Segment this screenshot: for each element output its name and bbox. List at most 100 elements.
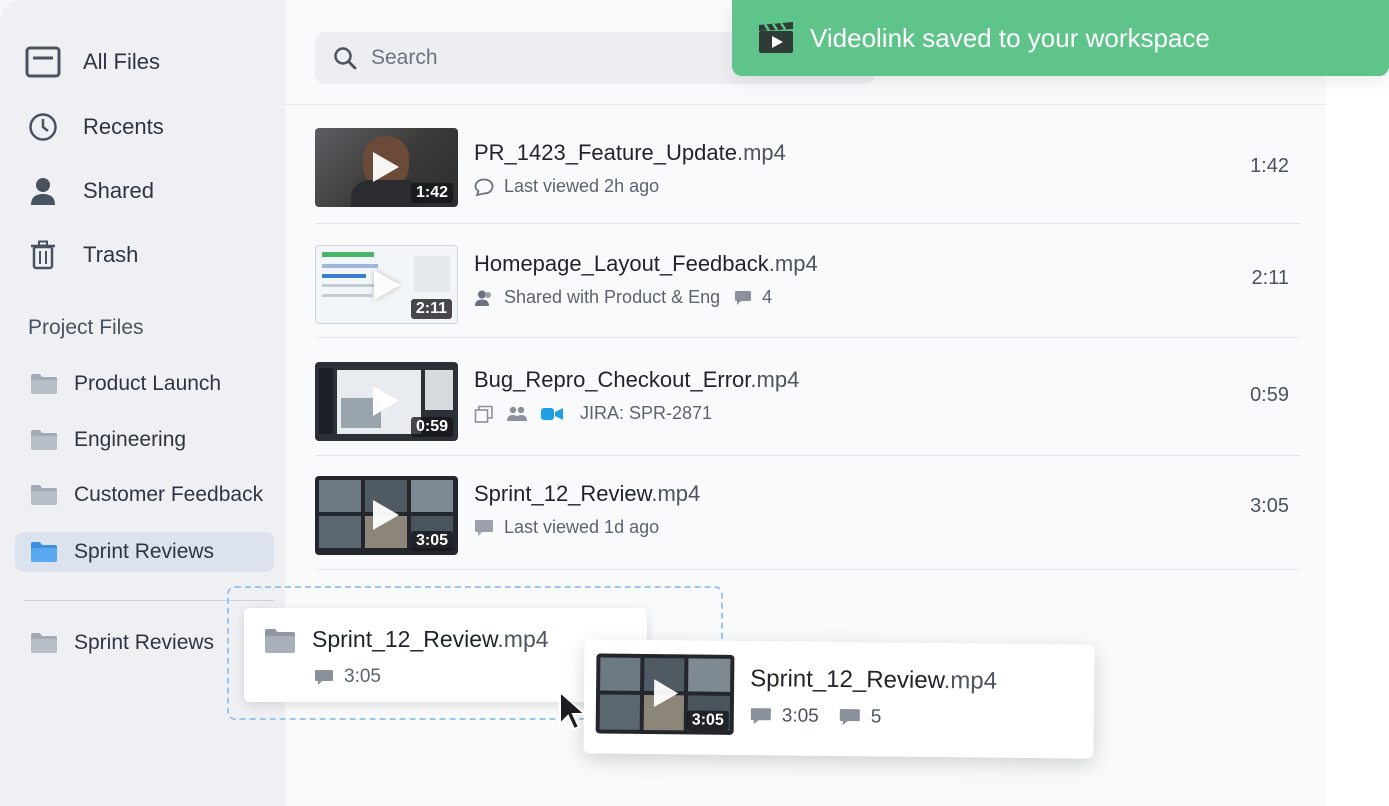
toast-notification: Videolink saved to your workspace (732, 0, 1389, 76)
comment-icon (734, 290, 752, 306)
file-extension: .mp4 (497, 626, 549, 652)
file-row[interactable]: 1:42 PR_1423_Feature_Update.mp4 Last vie… (315, 110, 1301, 224)
project-files-heading: Project Files (28, 316, 144, 339)
file-basename: Sprint_12_Review (474, 481, 652, 506)
nav-label: All Files (83, 49, 161, 74)
folder-engineering[interactable]: Engineering (15, 420, 274, 460)
folder-product-launch[interactable]: Product Launch (15, 364, 274, 404)
toast-message: Videolink saved to your workspace (810, 22, 1210, 53)
drag-file-name: Sprint_12_Review.mp4 (750, 665, 997, 696)
file-extension: .mp4 (750, 367, 800, 392)
file-basename: Sprint_12_Review (312, 626, 498, 652)
meta-text: JIRA: SPR-2871 (580, 403, 713, 423)
play-icon (373, 500, 399, 530)
meta-text: Last viewed 2h ago (504, 176, 660, 196)
drag-duration: 3:05 (344, 666, 381, 687)
trash-icon (24, 236, 62, 274)
file-meta: Last viewed 2h ago (474, 176, 659, 197)
thumbnail-duration: 1:42 (410, 183, 453, 203)
file-meta: Last viewed 1d ago (474, 517, 659, 538)
dragged-file-card[interactable]: 3:05 Sprint_12_Review.mp4 3:05 5 (583, 639, 1095, 759)
header-divider (285, 104, 1326, 105)
folder-icon (30, 539, 60, 565)
duration: 0:59 (1250, 384, 1289, 406)
play-icon (653, 679, 679, 708)
all-files-icon (24, 43, 62, 81)
video-thumbnail[interactable]: 2:11 (315, 245, 458, 324)
video-thumbnail[interactable]: 3:05 (315, 476, 458, 555)
file-basename: PR_1423_Feature_Update (474, 140, 737, 165)
folder-label: Customer Feedback (74, 483, 264, 506)
file-name[interactable]: PR_1423_Feature_Update.mp4 (474, 140, 786, 166)
video-thumbnail[interactable]: 1:42 (315, 128, 458, 207)
file-basename: Homepage_Layout_Feedback (474, 251, 769, 276)
thumbnail-duration: 3:05 (686, 710, 729, 731)
folder-icon (30, 427, 60, 453)
thumbnail-duration: 3:05 (410, 531, 453, 551)
search-icon (333, 46, 357, 70)
comment-icon (750, 707, 772, 725)
nav-label: Shared (83, 178, 154, 203)
file-row[interactable]: 2:11 Homepage_Layout_Feedback.mp4 Shared… (315, 224, 1301, 338)
file-extension: .mp4 (943, 667, 998, 695)
clapperboard-icon (758, 22, 794, 54)
comment-count: 5 (870, 706, 882, 728)
play-icon (373, 386, 399, 416)
file-basename: Bug_Repro_Checkout_Error (474, 367, 751, 392)
file-extension: .mp4 (651, 481, 701, 506)
duration: 3:05 (1250, 495, 1289, 517)
nav-trash[interactable]: Trash (24, 235, 138, 275)
nav-all-files[interactable]: All Files (24, 42, 160, 82)
file-row[interactable]: 3:05 Sprint_12_Review.mp4 Last viewed 1d… (315, 456, 1301, 570)
video-thumbnail[interactable]: 0:59 (315, 362, 458, 441)
nav-label: Recents (83, 114, 164, 139)
duration: 2:11 (1251, 267, 1289, 289)
thumbnail-duration: 0:59 (410, 417, 453, 437)
file-extension: .mp4 (736, 140, 786, 165)
file-meta: JIRA: SPR-2871 (474, 403, 712, 424)
file-name[interactable]: Homepage_Layout_Feedback.mp4 (474, 251, 818, 277)
meta-text: Last viewed 1d ago (504, 517, 660, 537)
file-extension: .mp4 (768, 251, 818, 276)
comment-icon (314, 669, 334, 686)
folder-label: Engineering (74, 428, 187, 451)
drag-file-meta: 3:05 (314, 666, 381, 688)
comment-icon (474, 519, 494, 537)
play-icon (374, 270, 400, 300)
clock-icon (24, 108, 62, 146)
nav-shared[interactable]: Shared (24, 171, 154, 211)
folder-sprint-reviews[interactable]: Sprint Reviews (15, 532, 274, 572)
folder-label: Product Launch (74, 372, 222, 395)
meta-text: Shared with Product & Eng (504, 287, 721, 307)
team-icon (506, 406, 528, 422)
file-meta: Shared with Product & Eng 4 (474, 287, 772, 308)
drag-duration: 3:05 (781, 705, 819, 727)
drag-file-meta: 3:05 5 (750, 705, 882, 728)
mouse-cursor-icon (558, 689, 590, 737)
search-placeholder: Search (371, 46, 438, 69)
folder-customer-feedback[interactable]: Customer Feedback (15, 475, 274, 515)
nav-recents[interactable]: Recents (24, 107, 164, 147)
folder-label: Sprint Reviews (74, 631, 215, 654)
folder-icon (30, 482, 60, 508)
file-basename: Sprint_12_Review (750, 665, 944, 695)
drag-file-name: Sprint_12_Review.mp4 (312, 626, 549, 653)
user-icon (24, 172, 62, 210)
users-icon (474, 289, 494, 307)
file-row[interactable]: 0:59 Bug_Repro_Checkout_Error.mp4 JIRA: … (315, 342, 1301, 456)
duration: 1:42 (1250, 155, 1289, 177)
play-icon (373, 152, 399, 182)
file-name[interactable]: Bug_Repro_Checkout_Error.mp4 (474, 367, 799, 393)
folder-icon (30, 630, 60, 656)
camera-icon (540, 407, 564, 421)
comment-icon (839, 708, 861, 726)
comment-count: 4 (762, 287, 773, 307)
comment-icon (474, 178, 494, 196)
folder-label: Sprint Reviews (74, 540, 215, 563)
nav-label: Trash (83, 242, 139, 267)
folder-icon (30, 371, 60, 397)
video-thumbnail: 3:05 (595, 653, 735, 735)
folder-icon (264, 628, 296, 659)
file-name[interactable]: Sprint_12_Review.mp4 (474, 481, 700, 507)
thumbnail-duration: 2:11 (410, 299, 452, 319)
